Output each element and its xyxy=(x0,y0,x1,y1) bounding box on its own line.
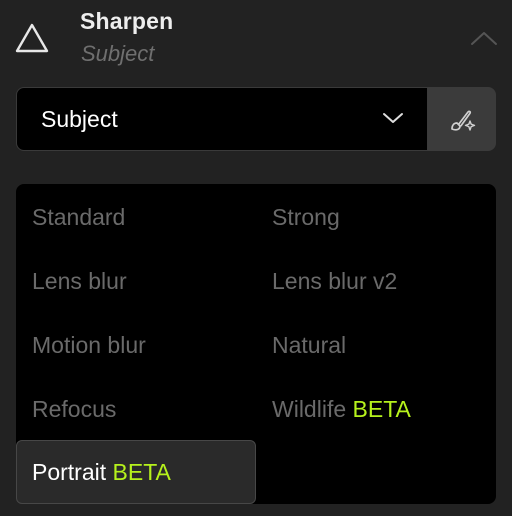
model-option-lens-blur-v2[interactable]: Lens blur v2 xyxy=(256,249,496,313)
model-option-motion-blur[interactable]: Motion blur xyxy=(16,313,256,377)
model-option-label: Standard xyxy=(32,204,126,230)
model-option-label: Lens blur xyxy=(32,268,127,294)
model-option-label: Wildlife xyxy=(272,396,347,422)
chevron-up-icon xyxy=(471,32,497,45)
mode-select[interactable]: Subject xyxy=(16,87,428,151)
model-option-label: Motion blur xyxy=(32,332,146,358)
mode-select-value: Subject xyxy=(41,106,118,132)
beta-badge: BETA xyxy=(112,459,171,485)
model-option-wildlife[interactable]: Wildlife BETA xyxy=(256,377,496,441)
model-option-portrait[interactable]: Portrait BETA xyxy=(16,440,256,504)
model-option-standard[interactable]: Standard xyxy=(16,185,256,249)
chevron-down-icon xyxy=(383,113,403,123)
model-option-refocus[interactable]: Refocus xyxy=(16,377,256,441)
model-option-label: Strong xyxy=(272,204,340,230)
beta-badge: BETA xyxy=(352,396,411,422)
collapse-button[interactable] xyxy=(466,26,502,50)
triangle-warning-icon xyxy=(15,23,49,53)
model-option-natural[interactable]: Natural xyxy=(256,313,496,377)
model-option-label: Refocus xyxy=(32,396,117,422)
model-option-strong[interactable]: Strong xyxy=(256,185,496,249)
model-options-panel: Standard Strong Lens blur Lens blur v2 M… xyxy=(16,184,496,504)
panel-subtitle: Subject xyxy=(81,41,155,66)
model-option-label: Lens blur v2 xyxy=(272,268,398,294)
mask-brush-button[interactable] xyxy=(428,87,496,151)
brush-sparkle-icon xyxy=(451,110,476,131)
sharpen-header: Sharpen Subject xyxy=(0,0,512,80)
model-option-lens-blur[interactable]: Lens blur xyxy=(16,249,256,313)
panel-title: Sharpen xyxy=(80,8,174,34)
model-option-label: Natural xyxy=(272,332,347,358)
model-option-label: Portrait xyxy=(32,459,107,485)
